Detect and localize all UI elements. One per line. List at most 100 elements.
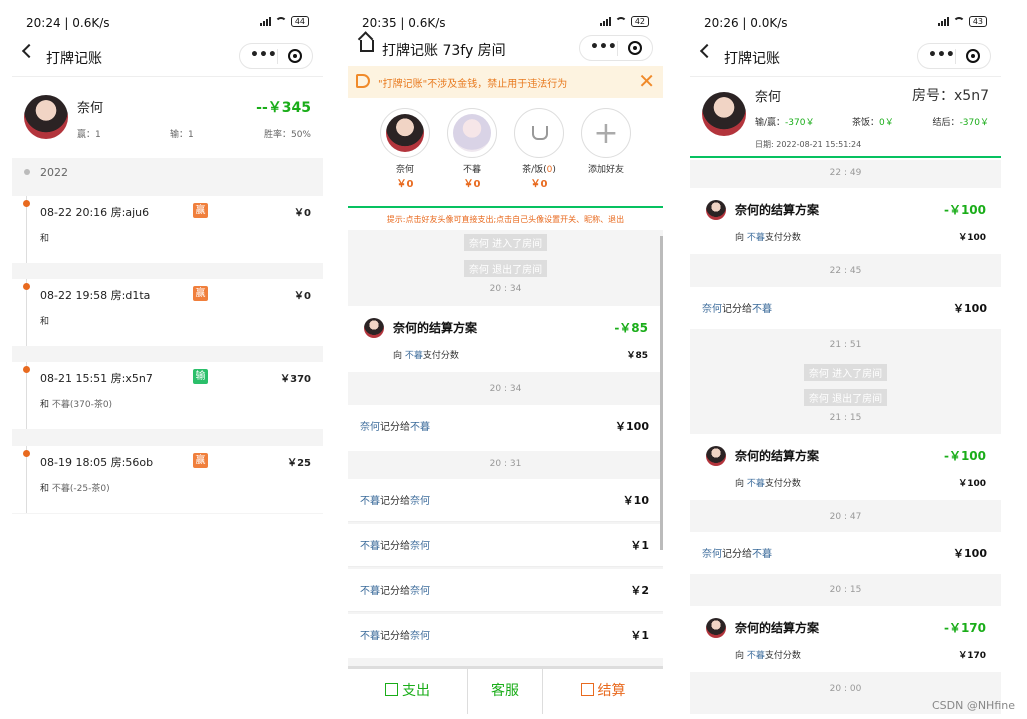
- profile-summary: 奈何 --￥345 赢：1 输：1 胜率：50%: [12, 76, 323, 158]
- settlement-detail: 向 不暮支付分数: [735, 233, 801, 243]
- back-icon[interactable]: [21, 43, 37, 59]
- mini-program-capsule: •••: [239, 43, 313, 69]
- mini-program-capsule: •••: [579, 35, 653, 61]
- avatar: [24, 95, 68, 139]
- settlement-card[interactable]: 奈何的结算方案 -￥85 向 不暮支付分数 ￥85: [348, 306, 663, 372]
- signal-icon: [937, 17, 949, 26]
- close-mini-program-icon[interactable]: [628, 41, 642, 55]
- transfer-amount: ￥2: [630, 584, 649, 597]
- record-title: 08-19 18:05 房:56ob: [40, 456, 154, 469]
- lose-badge: 输: [193, 369, 208, 384]
- user-name: 奈何: [755, 90, 782, 105]
- friend-name: 茶/饭(0): [522, 165, 556, 175]
- avatar: [453, 114, 491, 152]
- avatar: [706, 446, 726, 466]
- close-icon[interactable]: ✕: [638, 69, 655, 93]
- timestamp: 20 : 00: [829, 684, 862, 694]
- win-lose-stat: 输/赢：-370￥: [755, 118, 815, 128]
- transfer-text: 奈何记分给不暮: [702, 549, 772, 560]
- transfer-row[interactable]: 奈何记分给不暮 ￥100: [690, 532, 1001, 574]
- friend-value: ￥0: [463, 179, 481, 190]
- settlement-value: ￥100: [958, 233, 986, 243]
- more-icon[interactable]: •••: [590, 39, 617, 55]
- transfer-text: 奈何记分给不暮: [702, 304, 772, 315]
- friend-name: 奈何: [395, 165, 414, 175]
- room-screen: 20:35 | 0.6K/s 42 打牌记账 73fy 房间 ••• "打牌记账…: [348, 8, 663, 714]
- record-title: 08-22 20:16 房:aju6: [40, 206, 150, 219]
- plus-icon: +: [593, 116, 619, 151]
- page-title: 打牌记账 73fy 房间: [382, 43, 506, 59]
- transfer-row[interactable]: 不暮记分给奈何 ￥2: [348, 569, 663, 612]
- battery-icon: 44: [290, 16, 309, 27]
- settle-button[interactable]: 结算: [543, 669, 663, 714]
- transfer-text: 奈何记分给不暮: [360, 422, 430, 433]
- settlement-value: ￥85: [626, 351, 648, 361]
- settlement-card[interactable]: 奈何的结算方案 -￥100 向 不暮支付分数 ￥100: [690, 188, 1001, 254]
- avatar: [364, 318, 384, 338]
- settlement-title: 奈何的结算方案: [735, 203, 820, 217]
- settlement-amount: -￥100: [943, 449, 986, 463]
- record-detail: 和 不暮(-25-茶0): [40, 484, 110, 494]
- settlement-detail: 向 不暮支付分数: [735, 651, 801, 661]
- mini-program-capsule: •••: [917, 43, 991, 69]
- friend-item[interactable]: 不暮 ￥0: [440, 108, 504, 190]
- pay-button[interactable]: 支出: [348, 669, 468, 714]
- friend-value: ￥0: [396, 179, 414, 190]
- record-item[interactable]: 08-22 19:58 房:d1ta 赢 ￥0 和: [12, 279, 323, 346]
- more-icon[interactable]: •••: [928, 47, 955, 63]
- transfer-row[interactable]: 不暮记分给奈何 ￥10: [348, 479, 663, 522]
- transfer-row[interactable]: 不暮记分给奈何 ￥1: [348, 524, 663, 567]
- transfer-row[interactable]: 奈何记分给不暮 ￥100: [690, 287, 1001, 329]
- back-icon[interactable]: [699, 43, 715, 59]
- close-mini-program-icon[interactable]: [966, 49, 980, 63]
- friend-self[interactable]: 奈何 ￥0: [373, 108, 437, 190]
- tip-text: 提示:点击好友头像可直接支出;点击自己头像设置开关、昵称、退出: [386, 215, 625, 224]
- avatar: [706, 618, 726, 638]
- customer-service-button[interactable]: 客服: [468, 669, 543, 714]
- transfer-amount: ￥100: [953, 302, 987, 315]
- user-name: 奈何: [77, 101, 104, 116]
- settlement-title: 奈何的结算方案: [735, 621, 820, 635]
- more-icon[interactable]: •••: [250, 47, 277, 63]
- system-message: 奈何 退出了房间: [690, 387, 1001, 406]
- timestamp: 22 : 45: [829, 266, 862, 276]
- settlement-card[interactable]: 奈何的结算方案 -￥170 向 不暮支付分数 ￥170: [690, 606, 1001, 672]
- transfer-row[interactable]: 不暮记分给奈何 ￥1: [348, 614, 663, 658]
- add-friend-button[interactable]: + 添加好友: [574, 108, 638, 175]
- wifi-icon: [614, 17, 627, 26]
- settlement-card[interactable]: 奈何的结算方案 -￥100 向 不暮支付分数 ￥100: [690, 434, 1001, 500]
- total-amount: --￥345: [256, 100, 311, 116]
- scrollbar[interactable]: [660, 236, 663, 550]
- transfer-row[interactable]: 奈何记分给不暮 ￥100: [348, 405, 663, 451]
- history-screen: 20:24 | 0.6K/s 44 打牌记账 ••• 奈何 --￥345 赢：1…: [12, 8, 323, 714]
- avatar: [706, 200, 726, 220]
- record-item[interactable]: 08-21 15:51 房:x5n7 输 ￥370 和 不暮(370-茶0): [12, 362, 323, 429]
- settlement-title: 奈何的结算方案: [735, 449, 820, 463]
- settlement-amount: -￥170: [943, 621, 986, 635]
- room-date: 日期: 2022-08-21 15:51:24: [755, 140, 862, 149]
- close-mini-program-icon[interactable]: [288, 49, 302, 63]
- room-number: 房号：x5n7: [912, 88, 989, 104]
- record-item[interactable]: 08-19 18:05 房:56ob 赢 ￥25 和 不暮(-25-茶0): [12, 446, 323, 513]
- notice-text: "打牌记账"不涉及金钱，禁止用于违法行为: [378, 79, 568, 90]
- record-item[interactable]: 08-22 20:16 房:aju6 赢 ￥0 和: [12, 196, 323, 263]
- battery-icon: 42: [630, 16, 649, 27]
- record-amount: ￥0: [294, 208, 311, 219]
- record-detail: 和: [40, 317, 50, 327]
- transfer-amount: ￥10: [622, 494, 649, 507]
- notice-bar: "打牌记账"不涉及金钱，禁止用于违法行为 ✕: [348, 66, 663, 98]
- settlement-value: ￥100: [958, 479, 986, 489]
- friend-name: 不暮: [462, 165, 481, 175]
- settlement-amount: -￥85: [614, 321, 648, 335]
- checkbox-icon: [580, 683, 594, 696]
- timestamp: 20 : 47: [829, 512, 862, 522]
- win-rate: 胜率：50%: [263, 130, 311, 140]
- transfer-text: 不暮记分给奈何: [360, 631, 430, 642]
- tea-fee-item[interactable]: 茶/饭(0) ￥0: [507, 108, 571, 190]
- watermark: CSDN @NHfine: [931, 699, 1015, 712]
- transfer-text: 不暮记分给奈何: [360, 496, 430, 507]
- settlement-value: ￥170: [958, 651, 986, 661]
- status-bar: 20:26 | 0.0K/s 43: [690, 8, 1001, 38]
- system-message: 奈何 退出了房间: [348, 258, 663, 277]
- timestamp: 20 : 34: [489, 384, 522, 394]
